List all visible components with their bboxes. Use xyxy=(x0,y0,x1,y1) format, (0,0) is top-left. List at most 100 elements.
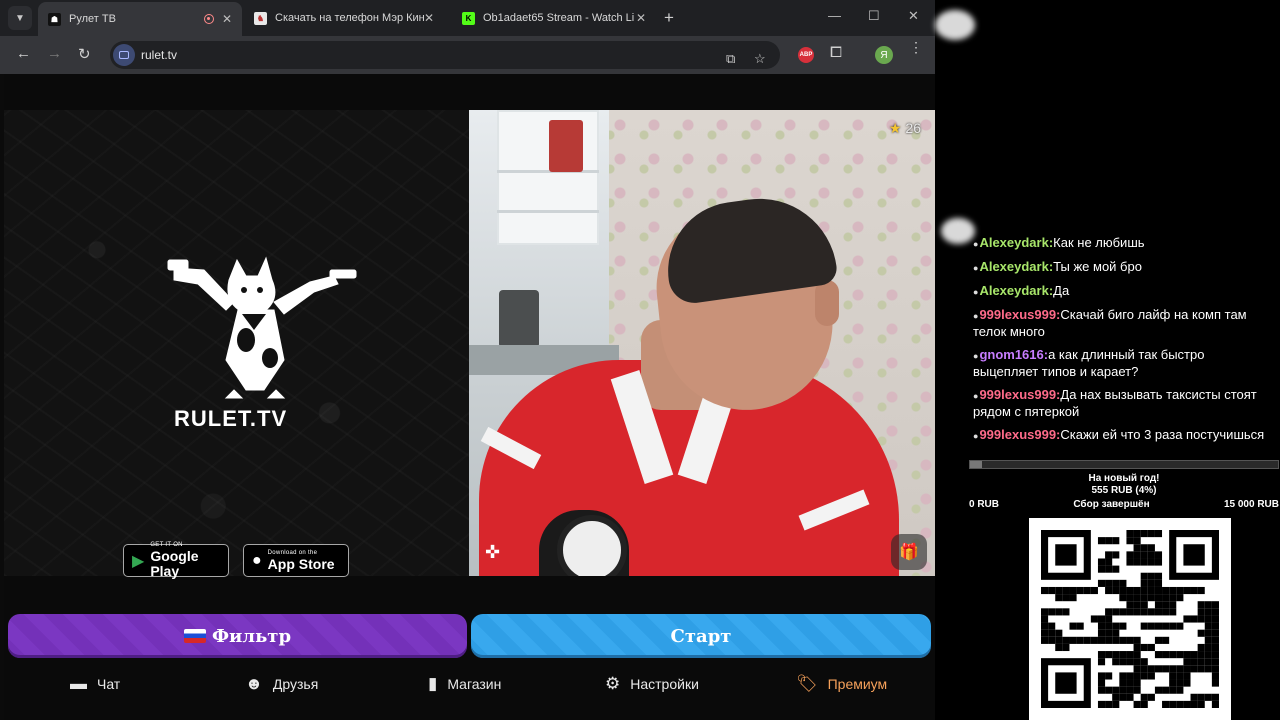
video-appliance xyxy=(499,290,539,348)
chat-nick: 999lexus999: xyxy=(979,427,1061,442)
tab-rulet-tv[interactable]: ☗ Рулет ТВ ✕ xyxy=(38,2,242,36)
rulet-logo-text: RULET.TV xyxy=(174,406,288,431)
nav-label: Чат xyxy=(97,676,121,692)
browser-menu-icon[interactable]: ⋮ xyxy=(909,40,923,54)
install-app-icon[interactable]: ⧉ xyxy=(726,51,735,67)
site-favicon-icon: ♞ xyxy=(254,11,267,25)
chat-message: ●gnom1616:а как длинный так быстро выцеп… xyxy=(973,347,1273,380)
close-window-icon[interactable]: ✕ xyxy=(908,8,919,24)
close-tab-icon[interactable]: ✕ xyxy=(222,12,232,26)
bottom-nav: ▬ Чат ☻ Друзья ▮ Магазин ⚙ Настройки 🏷 Премиу… xyxy=(4,666,935,702)
chat-nick: 999lexus999: xyxy=(979,387,1061,402)
chat-text: Да xyxy=(1053,283,1070,298)
recording-icon xyxy=(203,14,214,24)
russia-flag-icon xyxy=(183,629,206,643)
star-icon: ★ xyxy=(888,120,902,136)
nav-settings[interactable]: ⚙ Настройки xyxy=(605,674,699,694)
goal-range: 0 RUB Сбор завершён 15 000 RUB xyxy=(969,499,1279,510)
stream-overlay: ●Alexeydark:Как не любишь ●Alexeydark:Ты … xyxy=(935,0,1280,720)
tab-search-button[interactable]: ▼ xyxy=(8,6,32,30)
tab-download[interactable]: ♞ Скачать на телефон Мэр Кинг ✕ xyxy=(244,3,444,33)
adblock-extension-icon[interactable]: ABP xyxy=(798,47,814,63)
google-play-label: Google Play xyxy=(150,548,199,579)
close-tab-icon[interactable]: ✕ xyxy=(424,11,434,25)
back-icon[interactable]: ← xyxy=(16,45,31,62)
browser-window: ▼ ☗ Рулет ТВ ✕ ♞ Скачать на телефон Мэр … xyxy=(0,0,935,720)
shop-bag-icon: ▮ xyxy=(428,674,438,693)
chat-message: ●999lexus999:Скачай биго лайф на комп та… xyxy=(973,307,1273,340)
goal-status: Сбор завершён xyxy=(1073,499,1150,510)
app-store-button[interactable]: ● Download on the App Store xyxy=(243,544,349,577)
close-tab-icon[interactable]: ✕ xyxy=(636,11,646,25)
chat-bullet-icon: ● xyxy=(973,351,979,361)
chat-message: ●Alexeydark:Ты же мой бро xyxy=(973,259,1273,276)
filter-label: Фильтр xyxy=(211,625,292,647)
nav-label: Настройки xyxy=(630,676,699,692)
chat-message: ●999lexus999:Да нах вызывать таксисты ст… xyxy=(973,387,1273,420)
goal-title: На новый год! xyxy=(1088,473,1160,484)
new-tab-icon[interactable]: + xyxy=(664,8,674,28)
gift-icon[interactable]: 🎁 xyxy=(891,534,927,570)
chat-nick: Alexeydark: xyxy=(979,235,1054,250)
site-info-icon[interactable] xyxy=(113,44,135,66)
tab-title: Скачать на телефон Мэр Кинг xyxy=(275,12,424,24)
google-play-button[interactable]: ▶ GET IT ON Google Play xyxy=(123,542,229,579)
forward-icon[interactable]: → xyxy=(47,45,62,62)
video-red-box xyxy=(549,120,583,172)
nav-label: Магазин xyxy=(447,676,502,692)
friends-icon: ☻ xyxy=(245,674,263,693)
start-label: Старт xyxy=(670,625,732,647)
extensions-puzzle-icon[interactable]: ⧠ xyxy=(830,44,842,61)
video-shelf-line xyxy=(497,210,599,213)
goal-max: 15 000 RUB xyxy=(1223,499,1279,510)
promo-panel: RULET.TV ▶ GET IT ON Google Play ● Downl… xyxy=(4,110,469,579)
video-shirt-logo xyxy=(557,515,627,576)
chat-text: Скажи ей что 3 раза постучишься xyxy=(1060,427,1265,442)
chat-bullet-icon: ● xyxy=(973,391,979,401)
overlay-decoration xyxy=(941,218,975,244)
gamepad-icon[interactable]: ✜ xyxy=(485,542,500,563)
overlay-decoration xyxy=(935,10,975,40)
chat-text: Как не любишь xyxy=(1053,235,1145,250)
tab-kick-stream[interactable]: K Ob1adaet65 Stream - Watch Li ✕ xyxy=(452,3,656,33)
nav-friends[interactable]: ☻ Друзья xyxy=(245,674,318,694)
chat-message: ●Alexeydark:Да xyxy=(973,283,1273,300)
rating-value: 26 xyxy=(905,120,921,136)
premium-tag-icon: 🏷 xyxy=(796,674,818,693)
chat-nick: gnom1616: xyxy=(979,347,1049,362)
google-play-icon: ▶ xyxy=(132,552,145,570)
bookmark-star-icon[interactable]: ☆ xyxy=(754,51,766,67)
minimize-icon[interactable]: — xyxy=(828,8,841,23)
app-store-label: App Store xyxy=(267,555,335,572)
nav-chat[interactable]: ▬ Чат xyxy=(70,674,120,694)
nav-label: Премиум xyxy=(827,676,888,692)
address-bar[interactable]: rulet.tv ⧉ ☆ xyxy=(110,41,780,69)
rulet-page: RULET.TV ▶ GET IT ON Google Play ● Downl… xyxy=(4,74,935,720)
url-text[interactable]: rulet.tv xyxy=(141,48,177,62)
chat-bullet-icon: ● xyxy=(973,263,979,273)
start-button[interactable]: Старт xyxy=(471,614,931,658)
chat-nick: Alexeydark: xyxy=(979,283,1054,298)
nav-premium[interactable]: 🏷 Премиум xyxy=(796,674,887,694)
chat-message: ●Alexeydark:Как не любишь xyxy=(973,235,1273,252)
reload-icon[interactable]: ↻ xyxy=(78,45,91,63)
chat-bullet-icon: ● xyxy=(973,311,979,321)
nav-label: Друзья xyxy=(272,676,319,692)
chat-icon: ▬ xyxy=(70,674,87,693)
goal-progress-fill xyxy=(970,461,983,468)
partner-rating: ★ 26 xyxy=(889,120,921,137)
rulet-favicon-icon: ☗ xyxy=(48,12,61,26)
screen: ▼ ☗ Рулет ТВ ✕ ♞ Скачать на телефон Мэр … xyxy=(0,0,1280,720)
tab-title: Рулет ТВ xyxy=(69,13,116,25)
profile-avatar[interactable]: Я xyxy=(875,46,893,64)
goal-min: 0 RUB xyxy=(969,499,1000,510)
maximize-icon[interactable]: ☐ xyxy=(868,8,880,24)
donation-goal: На новый год! 555 RUB (4%) 0 RUB Сбор за… xyxy=(969,460,1279,510)
filter-button[interactable]: Фильтр xyxy=(8,614,467,658)
nav-shop[interactable]: ▮ Магазин xyxy=(428,674,501,694)
partner-video: ★ 26 ✜ 🎁 xyxy=(469,110,935,576)
donation-qr-code xyxy=(1029,518,1231,720)
chat-nick: Alexeydark: xyxy=(979,259,1054,274)
goal-amount: 555 RUB (4%) xyxy=(1091,485,1157,496)
rulet-cat-logo-icon xyxy=(167,256,357,399)
